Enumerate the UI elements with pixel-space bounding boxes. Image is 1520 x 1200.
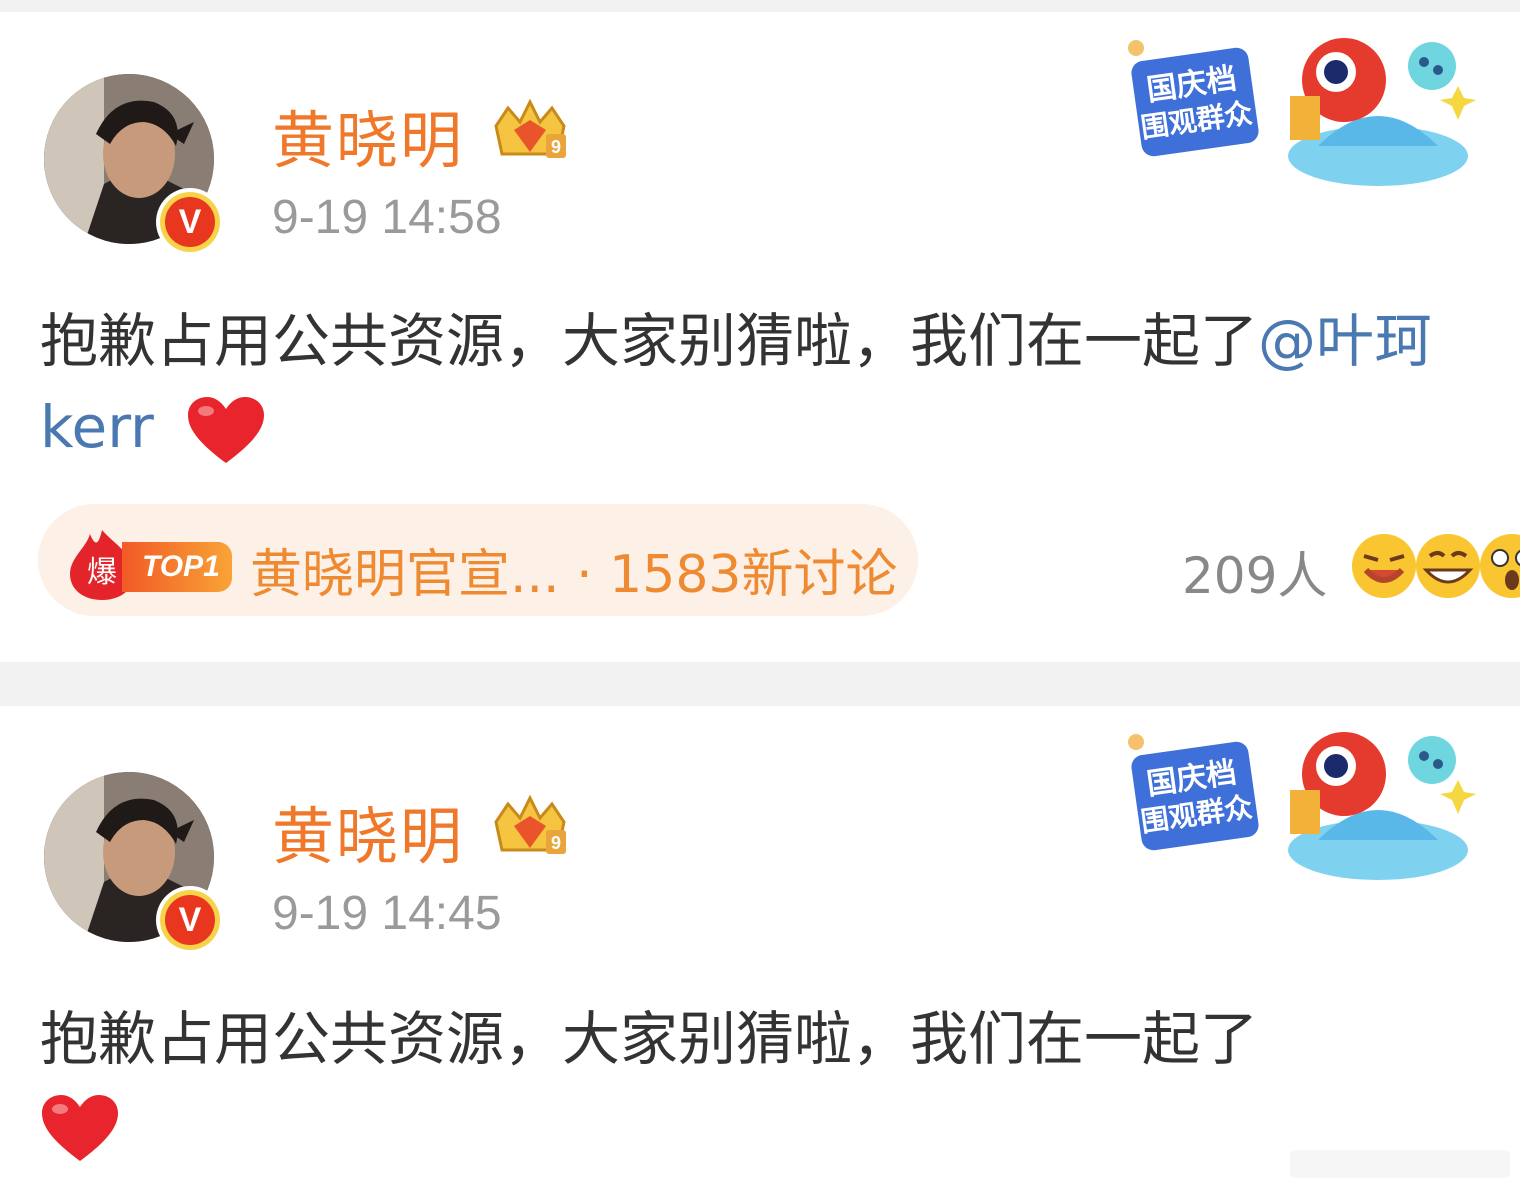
author-name[interactable]: 黄晓明	[272, 90, 464, 180]
verified-badge: V	[160, 890, 220, 950]
crown-level: 9	[551, 833, 561, 853]
author-name[interactable]: 黄晓明	[272, 786, 464, 876]
event-badge-icon: 国庆档 围观群众	[1128, 732, 1476, 880]
hot-label: 爆	[87, 555, 117, 590]
verified-badge: V	[160, 192, 220, 252]
heart-emoji-icon	[40, 1093, 120, 1165]
rank-badge: TOP1	[122, 542, 232, 592]
crown-badge-icon: 9	[494, 794, 566, 854]
post-separator	[0, 662, 1520, 706]
post-text: 抱歉占用公共资源，大家别猜啦，我们在一起了	[40, 1005, 1259, 1073]
weibo-post[interactable]: V 黄晓明 9 9-19 14:45 国庆档 围观群众 抱歉占用公共资源，大家别…	[0, 706, 1520, 1200]
post-time: 9-19 14:45	[272, 887, 502, 940]
top-spacer	[0, 0, 1520, 12]
post-text: 抱歉占用公共资源，大家别猜啦，我们在一起了	[40, 307, 1259, 375]
reaction-count[interactable]: 209人	[1182, 536, 1327, 608]
event-badge-icon: 国庆档 围观群众	[1128, 38, 1476, 186]
heart-emoji-icon	[186, 395, 266, 467]
reaction-emojis[interactable]	[1348, 526, 1520, 606]
watermark	[1290, 1150, 1510, 1178]
post-content: 抱歉占用公共资源，大家别猜啦，我们在一起了	[40, 996, 1510, 1168]
hot-topic-text[interactable]: 黄晓明官宣... · 1583新讨论	[250, 532, 898, 607]
crown-level: 9	[551, 137, 561, 157]
weibo-post[interactable]: V 黄晓明 9 9-19 14:58 国庆档 围观群众 抱歉占用公共资源，大家别…	[0, 12, 1520, 662]
post-time: 9-19 14:58	[272, 191, 502, 244]
post-content: 抱歉占用公共资源，大家别猜啦，我们在一起了@叶珂kerr	[40, 298, 1510, 470]
crown-badge-icon: 9	[494, 98, 566, 158]
